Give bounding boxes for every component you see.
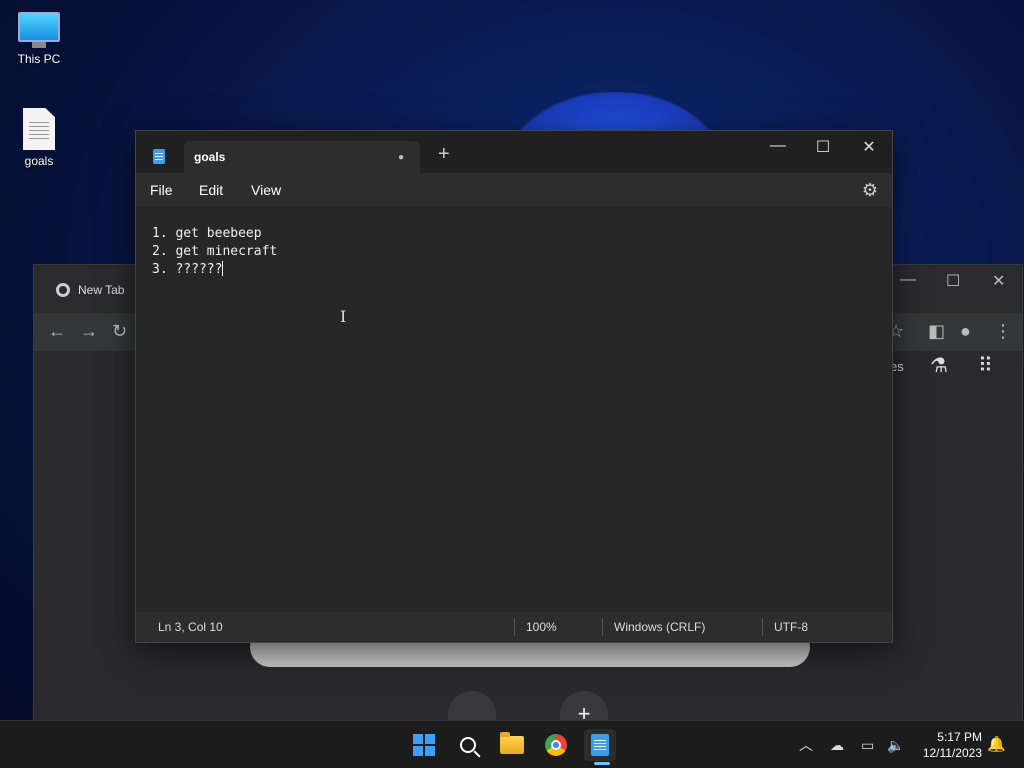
back-arrow-icon[interactable]: ← <box>48 321 66 342</box>
editor-line: 2. get minecraft <box>152 244 278 259</box>
taskbar-chrome[interactable] <box>540 729 572 761</box>
notepad-icon <box>591 734 609 756</box>
chrome-favicon-icon <box>56 283 70 297</box>
system-clock[interactable]: 5:17 PM 12/11/2023 <box>923 729 982 761</box>
taskbar-notepad[interactable] <box>584 729 616 761</box>
settings-gear-icon[interactable]: ⚙ <box>862 180 878 201</box>
text-file-icon <box>23 108 55 150</box>
minimize-button[interactable]: — <box>768 137 788 155</box>
notification-bell-icon[interactable]: 🔔 <box>987 735 1006 753</box>
network-icon[interactable]: ▭ <box>861 721 874 768</box>
desktop-icon-label: goals <box>24 154 54 168</box>
text-editor[interactable]: 1. get beebeep 2. get minecraft 3. ?????… <box>136 207 892 609</box>
show-hidden-icons-chevron-icon[interactable]: ︿ <box>799 721 813 768</box>
maximize-button[interactable]: ☐ <box>813 137 833 157</box>
side-panel-icon[interactable]: ◧ <box>928 321 945 342</box>
chrome-tab-title: New Tab <box>78 283 125 297</box>
menu-file[interactable]: File <box>150 182 173 198</box>
notepad-menubar: File Edit View ⚙ <box>136 173 892 207</box>
taskbar: ︿ ☁ ▭ 🔈 5:17 PM 12/11/2023 🔔 <box>0 720 1024 768</box>
start-button[interactable] <box>408 729 440 761</box>
cursor-position: Ln 3, Col 10 <box>158 620 223 634</box>
line-ending[interactable]: Windows (CRLF) <box>614 620 705 634</box>
editor-line-text: 3. ?????? <box>152 262 223 277</box>
notepad-statusbar: Ln 3, Col 10 100% Windows (CRLF) UTF-8 <box>136 612 892 642</box>
search-icon <box>460 737 476 753</box>
notepad-app-icon <box>153 149 165 164</box>
reload-icon[interactable]: ↻ <box>112 321 127 342</box>
desktop-icon-this-pc[interactable]: This PC <box>1 12 77 66</box>
chrome-icon <box>545 734 567 756</box>
notepad-tab-title: goals <box>194 150 226 164</box>
text-caret <box>222 261 224 276</box>
active-app-indicator <box>594 762 610 765</box>
unsaved-dot-icon[interactable]: ● <box>398 152 404 163</box>
clock-date: 12/11/2023 <box>922 746 982 760</box>
notepad-tab-goals[interactable]: goals ● <box>184 141 420 173</box>
new-tab-plus-icon[interactable]: + <box>438 143 450 166</box>
folder-icon <box>500 732 524 754</box>
chrome-close-button[interactable]: ✕ <box>992 271 1005 291</box>
chrome-minimize-button[interactable]: — <box>900 271 916 289</box>
zoom-level[interactable]: 100% <box>526 620 557 634</box>
clock-time: 5:17 PM <box>937 730 982 744</box>
menu-edit[interactable]: Edit <box>199 182 223 198</box>
editor-line: 3. ?????? <box>152 261 876 279</box>
taskbar-file-explorer[interactable] <box>496 729 528 761</box>
forward-arrow-icon[interactable]: → <box>80 321 98 342</box>
desktop-icon-label: This PC <box>17 52 61 66</box>
notepad-titlebar[interactable]: goals ● + — ☐ ✕ <box>136 131 892 173</box>
desktop-icon-goals[interactable]: goals <box>1 108 77 168</box>
menu-view[interactable]: View <box>251 182 281 198</box>
chrome-menu-icon[interactable]: ⋮ <box>994 321 1012 342</box>
taskbar-search-button[interactable] <box>452 729 484 761</box>
close-button[interactable]: ✕ <box>859 137 879 157</box>
onedrive-offline-icon[interactable]: ☁ <box>830 721 844 768</box>
apps-grid-icon[interactable]: ⠿ <box>978 353 993 378</box>
monitor-icon <box>18 12 60 42</box>
notepad-window[interactable]: goals ● + — ☐ ✕ File Edit View ⚙ 1. get … <box>135 130 893 643</box>
ibeam-cursor-icon: I <box>340 307 347 326</box>
chrome-maximize-button[interactable]: ☐ <box>946 271 960 291</box>
profile-icon[interactable]: ● <box>960 321 971 342</box>
volume-muted-icon[interactable]: 🔈 <box>887 721 904 768</box>
windows-logo-icon <box>413 734 435 756</box>
editor-line: 1. get beebeep <box>152 226 262 241</box>
encoding[interactable]: UTF-8 <box>774 620 808 634</box>
labs-flask-icon[interactable]: ⚗ <box>930 353 948 378</box>
